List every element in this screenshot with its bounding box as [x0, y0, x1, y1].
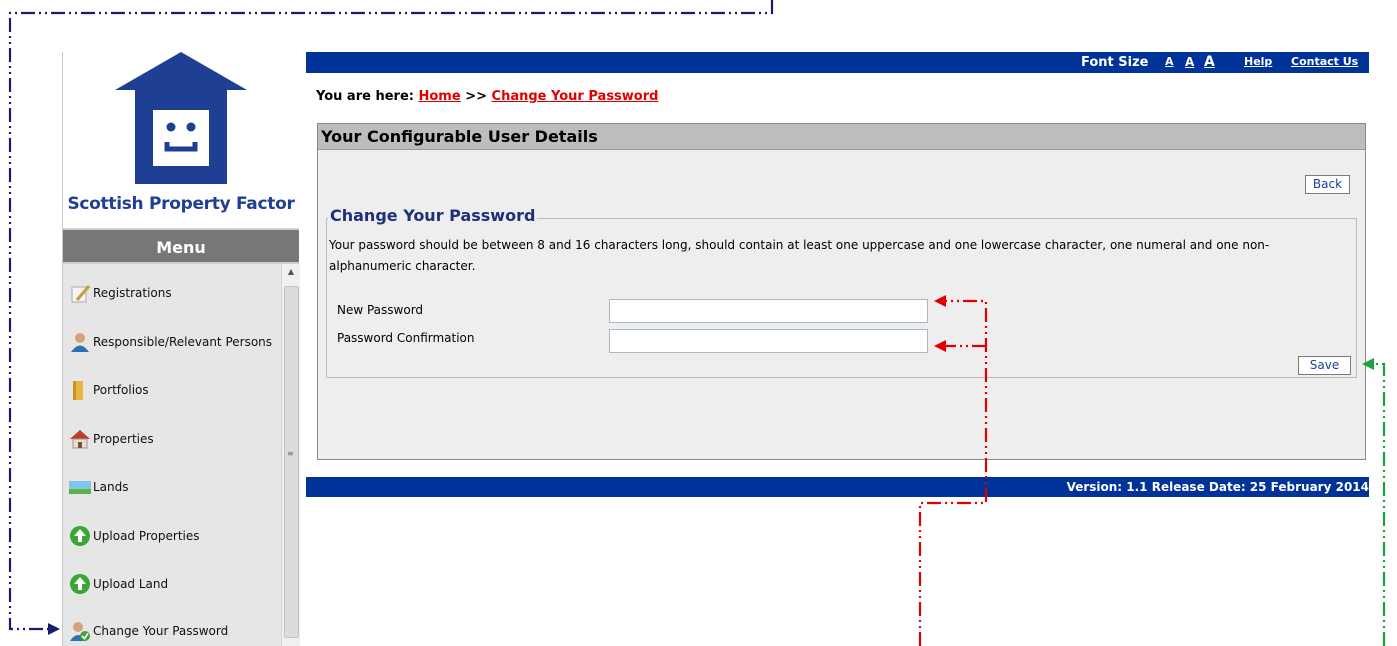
upload-arrow-icon	[69, 573, 91, 595]
font-size-large-button[interactable]: A	[1204, 54, 1215, 70]
brand-name: Scottish Property Factor	[67, 194, 295, 214]
save-button[interactable]: Save	[1298, 356, 1351, 375]
breadcrumb: You are here: Home >> Change Your Passwo…	[316, 89, 658, 104]
contact-us-link[interactable]: Contact Us	[1291, 55, 1358, 68]
password-confirmation-label: Password Confirmation	[337, 331, 475, 345]
breadcrumb-separator: >>	[465, 89, 488, 104]
panel-title: Your Configurable User Details	[318, 124, 1365, 150]
user-details-panel: Your Configurable User Details Back Chan…	[317, 123, 1366, 460]
menu-item-change-password[interactable]: Change Your Password	[69, 616, 228, 646]
menu-item-responsible-persons[interactable]: Responsible/Relevant Persons	[69, 327, 272, 357]
breadcrumb-home-link[interactable]: Home	[419, 89, 461, 104]
scroll-grip-icon: ≡	[287, 449, 294, 458]
menu-item-upload-land[interactable]: Upload Land	[69, 569, 168, 599]
new-password-label: New Password	[337, 303, 424, 317]
menu-scrollbar[interactable]: ▲ ≡	[281, 264, 300, 646]
menu-item-portfolios[interactable]: Portfolios	[69, 375, 149, 405]
menu-item-lands[interactable]: Lands	[69, 472, 129, 502]
version-footer: Version: 1.1 Release Date: 25 February 2…	[306, 477, 1369, 497]
annotation-arrow-green	[1373, 362, 1386, 646]
menu-item-label: Registrations	[93, 286, 172, 300]
font-size-label: Font Size	[1081, 55, 1149, 70]
folder-icon	[69, 379, 91, 401]
top-bar: Font Size A A A Help Contact Us	[306, 52, 1369, 73]
person-icon	[69, 331, 91, 353]
menu-item-label: Upload Land	[93, 577, 169, 591]
menu-title: Menu	[63, 228, 299, 264]
new-password-input[interactable]	[609, 299, 928, 323]
scroll-up-arrow-icon[interactable]: ▲	[282, 264, 300, 280]
password-instructions: Your password should be between 8 and 16…	[329, 238, 1270, 273]
menu-item-upload-properties[interactable]: Upload Properties	[69, 521, 200, 551]
back-button[interactable]: Back	[1305, 175, 1350, 194]
breadcrumb-current-link[interactable]: Change Your Password	[492, 89, 659, 104]
landscape-icon	[69, 476, 91, 498]
sidebar: Scottish Property Factor Menu Registrati…	[62, 52, 300, 646]
house-icon	[69, 428, 91, 450]
help-link[interactable]: Help	[1244, 55, 1272, 68]
menu-item-label: Properties	[93, 432, 154, 446]
annotation-arrowhead-navy	[48, 623, 60, 635]
menu-item-label: Lands	[93, 480, 129, 494]
menu-item-label: Responsible/Relevant Persons	[93, 335, 273, 349]
upload-arrow-icon	[69, 525, 91, 547]
menu-list: Registrations Responsible/Relevant Perso…	[63, 264, 281, 646]
menu-item-properties[interactable]: Properties	[69, 424, 154, 454]
menu-item-label: Change Your Password	[93, 624, 229, 638]
breadcrumb-prefix: You are here:	[316, 89, 414, 104]
fieldset-legend: Change Your Password	[328, 206, 538, 225]
user-check-icon	[69, 620, 91, 642]
font-size-small-button[interactable]: A	[1165, 55, 1174, 68]
font-size-medium-button[interactable]: A	[1185, 55, 1194, 69]
logo: Scottish Property Factor	[63, 52, 299, 228]
scroll-thumb[interactable]	[284, 286, 299, 638]
menu-item-label: Portfolios	[93, 383, 149, 397]
document-pencil-icon	[69, 282, 91, 304]
house-logo-icon	[115, 52, 247, 184]
password-confirmation-input[interactable]	[609, 329, 928, 353]
menu-item-registrations[interactable]: Registrations	[69, 278, 172, 308]
menu-item-label: Upload Properties	[93, 529, 200, 543]
